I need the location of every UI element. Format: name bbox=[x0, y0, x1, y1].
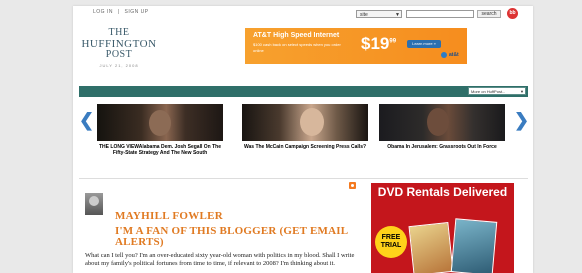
site-select[interactable]: site ▼ bbox=[356, 10, 402, 18]
dvd-cover bbox=[450, 218, 498, 273]
blogger-bio: What can I tell you? I'm an over-educate… bbox=[85, 252, 355, 267]
nav-item-life[interactable]: LIFE bbox=[286, 97, 298, 103]
fan-email-alerts-link[interactable]: I'M A FAN OF THIS BLOGGER (GET EMAIL ALE… bbox=[115, 226, 355, 248]
account-links: LOG IN | SIGN UP bbox=[93, 9, 152, 15]
nav-item-politics[interactable]: POLITICS bbox=[115, 97, 140, 103]
site-logo[interactable]: THE HUFFINGTON POST JULY 21, 2008 bbox=[79, 27, 159, 69]
chevron-down-icon: ▼ bbox=[395, 12, 400, 18]
nav-item-green[interactable]: GREEN bbox=[311, 97, 330, 103]
page: LOG IN | SIGN UP site ▼ search bb THE HU… bbox=[73, 6, 533, 273]
carousel-story[interactable]: Obama In Jerusalem: Grassroots Out In Fo… bbox=[379, 104, 505, 150]
section-divider bbox=[79, 178, 528, 179]
story-caption[interactable]: THE LONG VIEWAlabama Dem. Josh Segall On… bbox=[97, 144, 223, 156]
carousel-story[interactable]: Was The McCain Campaign Screening Press … bbox=[242, 104, 368, 150]
carousel-story[interactable]: THE LONG VIEWAlabama Dem. Josh Segall On… bbox=[97, 104, 223, 156]
ad-banner[interactable]: AT&T High Speed Internet $100 cash back … bbox=[245, 28, 467, 64]
ad-brand: at&t bbox=[449, 52, 459, 58]
blogger-name: MAYHILL FOWLER bbox=[115, 210, 224, 222]
nav-item-entertainment[interactable]: ENTERTAINMENT bbox=[226, 97, 272, 103]
logo-date: JULY 21, 2008 bbox=[99, 63, 139, 68]
nav-item-business[interactable]: BUSINESS bbox=[185, 97, 213, 103]
story-photo[interactable] bbox=[379, 104, 505, 141]
chevron-down-icon: ▼ bbox=[520, 89, 524, 94]
ad-price-cents: 99 bbox=[389, 38, 397, 45]
search-button[interactable]: search bbox=[477, 10, 501, 18]
avatar bbox=[85, 193, 103, 215]
site-select-value: site bbox=[360, 12, 368, 18]
story-caption[interactable]: Obama In Jerusalem: Grassroots Out In Fo… bbox=[379, 144, 505, 150]
rss-icon[interactable] bbox=[349, 182, 356, 189]
ad-price: $1999 bbox=[361, 34, 397, 53]
main-nav: HOME POLITICS MEDIA BUSINESS ENTERTAINME… bbox=[79, 86, 528, 103]
story-photo[interactable] bbox=[242, 104, 368, 141]
top-bar: LOG IN | SIGN UP site ▼ search bb bbox=[73, 6, 533, 22]
login-link[interactable]: LOG IN bbox=[93, 9, 113, 15]
ad-headline: AT&T High Speed Internet bbox=[253, 32, 340, 39]
dvd-cover bbox=[408, 222, 454, 273]
dvd-rental-ad[interactable]: DVD Rentals Delivered FREE TRIAL bbox=[371, 183, 514, 273]
ad-cta-button[interactable]: Learn more » bbox=[407, 40, 441, 48]
nav-item-236[interactable]: 23/6 bbox=[344, 97, 355, 103]
logo-line-1: THE bbox=[108, 27, 130, 38]
story-photo[interactable] bbox=[97, 104, 223, 141]
signup-link[interactable]: SIGN UP bbox=[125, 9, 149, 15]
dvd-ad-title: DVD Rentals Delivered bbox=[377, 185, 508, 199]
carousel-prev-arrow-icon[interactable]: ❮ bbox=[79, 110, 94, 131]
more-select-value: More on HuffPost... bbox=[471, 89, 506, 94]
separator: | bbox=[117, 9, 120, 15]
carousel-next-arrow-icon[interactable]: ❯ bbox=[514, 110, 529, 131]
story-caption[interactable]: Was The McCain Campaign Screening Press … bbox=[242, 144, 368, 150]
logo-line-3: POST bbox=[105, 49, 133, 60]
nav-item-home[interactable]: HOME bbox=[85, 97, 101, 103]
more-select[interactable]: More on HuffPost... ▼ bbox=[468, 87, 526, 95]
free-trial-badge[interactable]: FREE TRIAL bbox=[375, 226, 407, 258]
search-input[interactable] bbox=[406, 10, 474, 18]
att-globe-icon bbox=[441, 52, 447, 58]
bb-logo-icon[interactable]: bb bbox=[507, 8, 518, 19]
ad-subtext: $100 cash back on select speeds when you… bbox=[253, 42, 341, 53]
nav-item-media[interactable]: MEDIA bbox=[154, 97, 172, 103]
